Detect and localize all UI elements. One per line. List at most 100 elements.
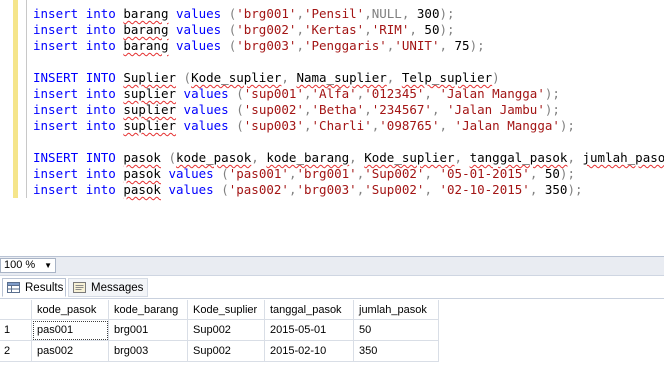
query-editor[interactable]: insert into barang values ('brg001','Pen…	[0, 0, 664, 256]
column-header[interactable]: kode_pasok	[31, 300, 109, 320]
code-token: ,	[439, 38, 447, 53]
code-token: 'Penggaris'	[303, 38, 387, 53]
code-token: tanggal_pasok	[469, 150, 568, 165]
tab-results[interactable]: Results	[2, 278, 66, 297]
code-line[interactable]: INSERT INTO pasok (kode_pasok, kode_bara…	[33, 150, 664, 166]
code-token: suplier	[123, 118, 177, 133]
code-line[interactable]: insert into pasok values ('pas001', 'brg0…	[33, 166, 664, 182]
code-token: kode_pasok	[176, 150, 252, 165]
code-token: ,	[424, 182, 432, 197]
code-token: ,	[567, 150, 575, 165]
code-token: ,	[296, 38, 304, 53]
code-token: );	[469, 38, 485, 53]
code-token: (	[236, 118, 244, 133]
code-token: barang	[123, 38, 169, 53]
results-grid[interactable]: kode_pasok kode_barang Kode_suplier tang…	[0, 300, 664, 388]
code-token: Nama_suplier	[296, 70, 387, 85]
code-token: (	[221, 182, 229, 197]
table-cell[interactable]: Sup002	[187, 340, 265, 362]
code-line[interactable]: INSERT INTO Suplier (Kode_suplier, Nama_…	[33, 70, 664, 86]
code-token: 'brg001'	[296, 166, 357, 181]
code-token: INTO	[85, 150, 116, 165]
tab-messages[interactable]: Messages	[68, 278, 148, 297]
code-line[interactable]: insert into barang values ('brg002','Ker…	[33, 22, 664, 38]
row-number[interactable]: 1	[0, 319, 32, 341]
table-cell[interactable]: brg001	[108, 319, 188, 341]
code-token: insert	[33, 22, 79, 37]
code-line[interactable]: insert into barang values ('brg001','Pen…	[33, 6, 664, 22]
code-token: 'UNIT'	[394, 38, 440, 53]
code-token: values	[176, 38, 222, 53]
table-cell[interactable]: pas001	[31, 319, 109, 341]
code-token: 'Jalan Mangga'	[454, 118, 560, 133]
column-header[interactable]: Kode_suplier	[187, 300, 265, 320]
code-token: 300	[409, 6, 440, 21]
code-line[interactable]: insert into suplier values ('sup002','Be…	[33, 102, 664, 118]
table-cell[interactable]: 2015-02-10	[264, 340, 354, 362]
tab-messages-label: Messages	[91, 282, 144, 294]
results-tab-bar: Results Messages	[0, 276, 664, 299]
outline-guide-line	[26, 0, 27, 198]
code-token: 350	[537, 182, 568, 197]
code-token: );	[439, 6, 455, 21]
column-header[interactable]: kode_barang	[108, 300, 188, 320]
code-token: (	[221, 166, 229, 181]
code-token: 50	[537, 166, 560, 181]
sql-code[interactable]: insert into barang values ('brg001','Pen…	[33, 6, 664, 198]
code-token: values	[183, 118, 229, 133]
table-row[interactable]: 1 pas001 brg001 Sup002 2015-05-01 50	[0, 319, 439, 341]
code-token: 'Betha'	[311, 102, 365, 117]
table-cell[interactable]: pas002	[31, 340, 109, 362]
code-token: Suplier	[123, 70, 177, 85]
code-token: 'brg003'	[296, 182, 357, 197]
code-token: );	[559, 166, 575, 181]
code-line[interactable]: insert into barang values ('brg003','Pen…	[33, 38, 664, 54]
row-number-header[interactable]	[0, 300, 32, 320]
change-tracking-bar	[13, 0, 18, 198]
code-token: 'sup003'	[243, 118, 304, 133]
table-cell[interactable]: Sup002	[187, 319, 265, 341]
code-token: 'Kertas'	[303, 22, 365, 37]
code-token: Kode_suplier	[364, 150, 455, 165]
code-token: into	[85, 6, 116, 21]
code-token: '234567'	[371, 102, 432, 117]
code-token: ,	[303, 118, 312, 133]
code-token: into	[85, 22, 116, 37]
code-token: insert	[33, 86, 79, 101]
table-cell[interactable]: brg003	[108, 340, 188, 362]
table-cell[interactable]: 350	[353, 340, 439, 362]
code-line[interactable]: insert into suplier values ('sup003','Ch…	[33, 118, 664, 134]
table-cell[interactable]: 2015-05-01	[264, 319, 354, 341]
code-token: 50	[416, 22, 440, 37]
code-token: into	[85, 102, 116, 117]
table-row[interactable]: 2 pas002 brg003 Sup002 2015-02-10 350	[0, 340, 439, 362]
code-token: insert	[33, 182, 79, 197]
zoom-dropdown[interactable]: 100 % ▼	[0, 258, 56, 273]
column-header[interactable]: jumlah_pasok	[353, 300, 439, 320]
code-token: values	[176, 22, 222, 37]
code-line[interactable]	[33, 54, 664, 70]
code-line[interactable]	[33, 134, 664, 150]
code-token: insert	[33, 38, 79, 53]
editor-gutter	[0, 0, 12, 256]
row-number[interactable]: 2	[0, 340, 32, 362]
code-line[interactable]: insert into pasok values ('pas002', 'brg0…	[33, 182, 664, 198]
code-token: kode_barang	[266, 150, 350, 165]
results-table: kode_pasok kode_barang Kode_suplier tang…	[0, 300, 439, 362]
table-cell[interactable]: 50	[353, 319, 439, 341]
messages-icon	[73, 282, 86, 293]
column-header[interactable]: tanggal_pasok	[264, 300, 354, 320]
code-line[interactable]: insert into suplier values ('sup001','Al…	[33, 86, 664, 102]
code-token: Telp_suplier	[401, 70, 493, 85]
